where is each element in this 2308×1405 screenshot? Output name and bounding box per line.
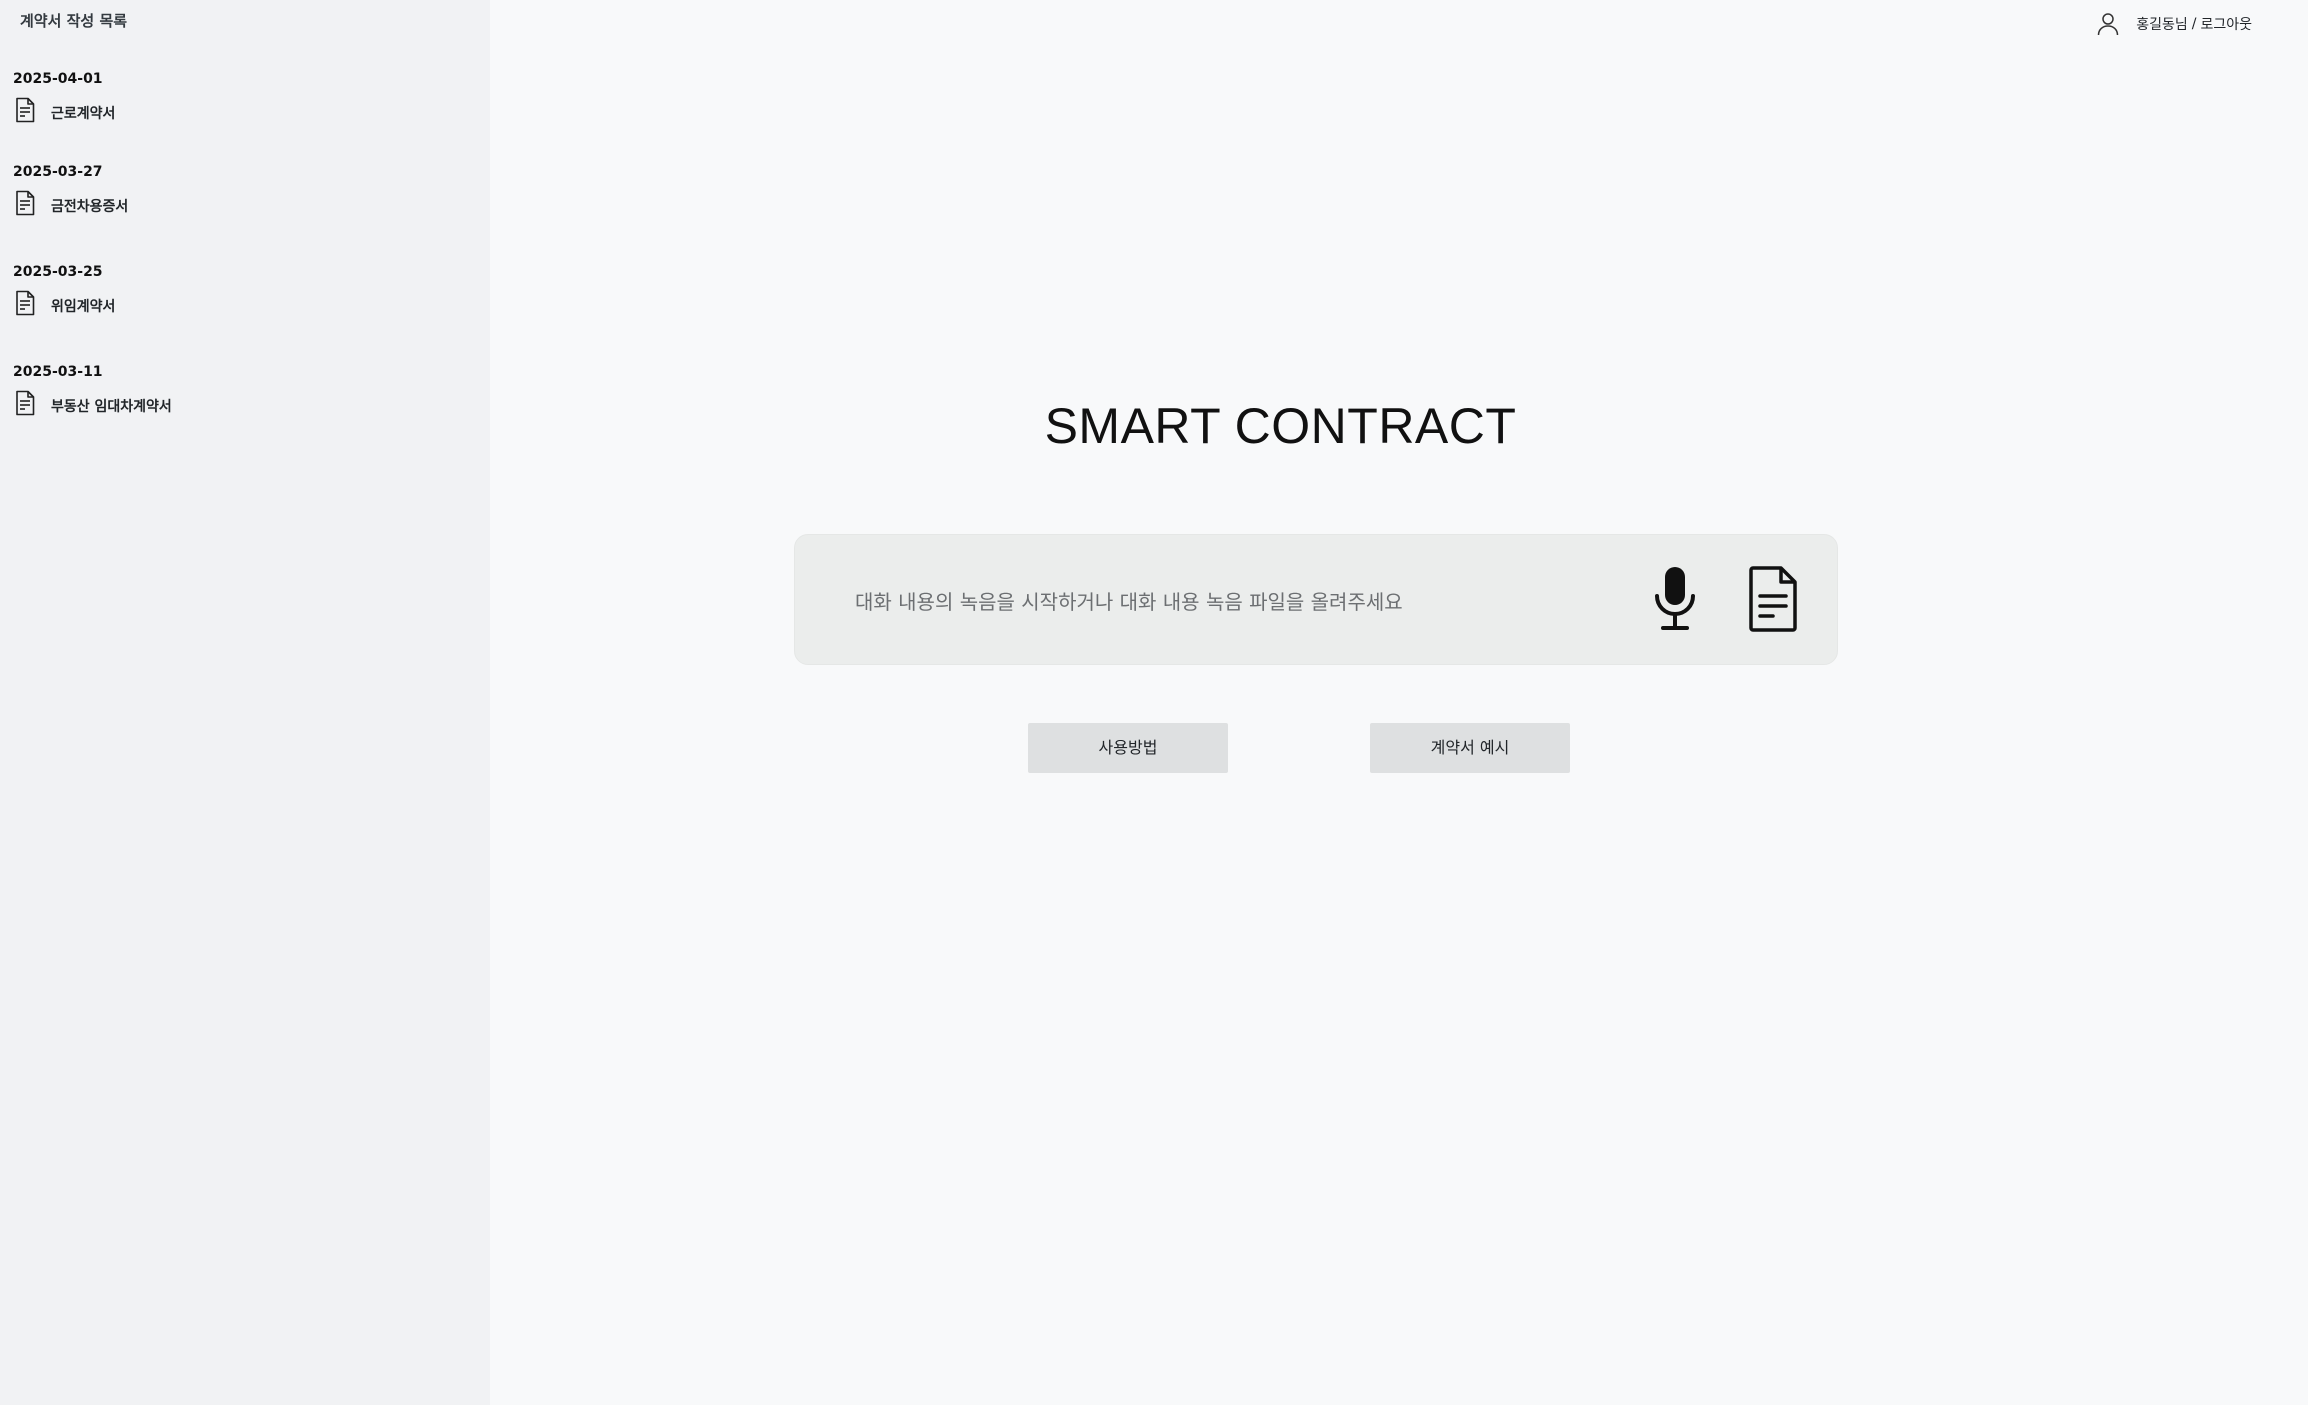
history-item[interactable]: 금전차용증서 (13, 187, 490, 219)
file-upload-button[interactable] (1745, 565, 1801, 633)
history-item[interactable]: 위임계약서 (13, 287, 490, 319)
history-item-label: 금전차용증서 (51, 199, 129, 215)
history-item-label: 근로계약서 (51, 106, 116, 122)
history-date: 2025-04-01 (13, 71, 103, 87)
microphone-icon (1655, 567, 1695, 630)
history-group: 2025-03-25 위임계약서 (0, 263, 490, 319)
contract-example-button[interactable]: 계약서 예시 (1370, 723, 1570, 773)
main-content: 홍길동님 / 로그아웃 SMART CONTRACT 대화 내용의 녹음을 시작… (490, 0, 2308, 1405)
file-upload-icon (1749, 566, 1797, 632)
contract-history-list: 2025-04-01 근로계약서 2025-03-27 금전차용증서 2025-… (0, 70, 490, 419)
how-to-use-button[interactable]: 사용방법 (1028, 723, 1228, 773)
user-name: 홍길동님 (2136, 17, 2188, 33)
document-icon (13, 189, 37, 217)
history-date: 2025-03-11 (13, 364, 103, 380)
sidebar-title: 계약서 작성 목록 (20, 12, 128, 30)
document-icon (13, 96, 37, 124)
page-title: SMART CONTRACT (490, 396, 2071, 456)
document-icon (13, 389, 37, 417)
document-icon (13, 289, 37, 317)
history-item-label: 부동산 임대차계약서 (51, 399, 172, 415)
user-menu-separator: / (2191, 16, 2197, 32)
history-date: 2025-03-25 (13, 264, 103, 280)
user-menu: 홍길동님 / 로그아웃 (2096, 10, 2252, 38)
app-root: 계약서 작성 목록 2025-04-01 근로계약서 2025-03-27 금전… (0, 0, 2308, 1405)
history-group: 2025-03-27 금전차용증서 (0, 163, 490, 219)
history-item-label: 위임계약서 (51, 299, 116, 315)
history-item[interactable]: 부동산 임대차계약서 (13, 387, 490, 419)
history-group: 2025-03-11 부동산 임대차계약서 (0, 363, 490, 419)
logout-link[interactable]: 로그아웃 (2200, 14, 2252, 34)
history-date: 2025-03-27 (13, 164, 103, 180)
history-group: 2025-04-01 근로계약서 (0, 70, 490, 126)
history-item[interactable]: 근로계약서 (13, 94, 490, 126)
microphone-button[interactable] (1651, 565, 1699, 633)
recording-prompt: 대화 내용의 녹음을 시작하거나 대화 내용 녹음 파일을 올려주세요 (855, 590, 1403, 614)
sidebar: 계약서 작성 목록 2025-04-01 근로계약서 2025-03-27 금전… (0, 0, 490, 1405)
action-buttons: 사용방법 계약서 예시 (490, 723, 2308, 773)
recording-input-box[interactable]: 대화 내용의 녹음을 시작하거나 대화 내용 녹음 파일을 올려주세요 (794, 534, 1838, 665)
page-title-text: SMART CONTRACT (1044, 398, 1517, 454)
user-icon[interactable] (2096, 11, 2120, 37)
